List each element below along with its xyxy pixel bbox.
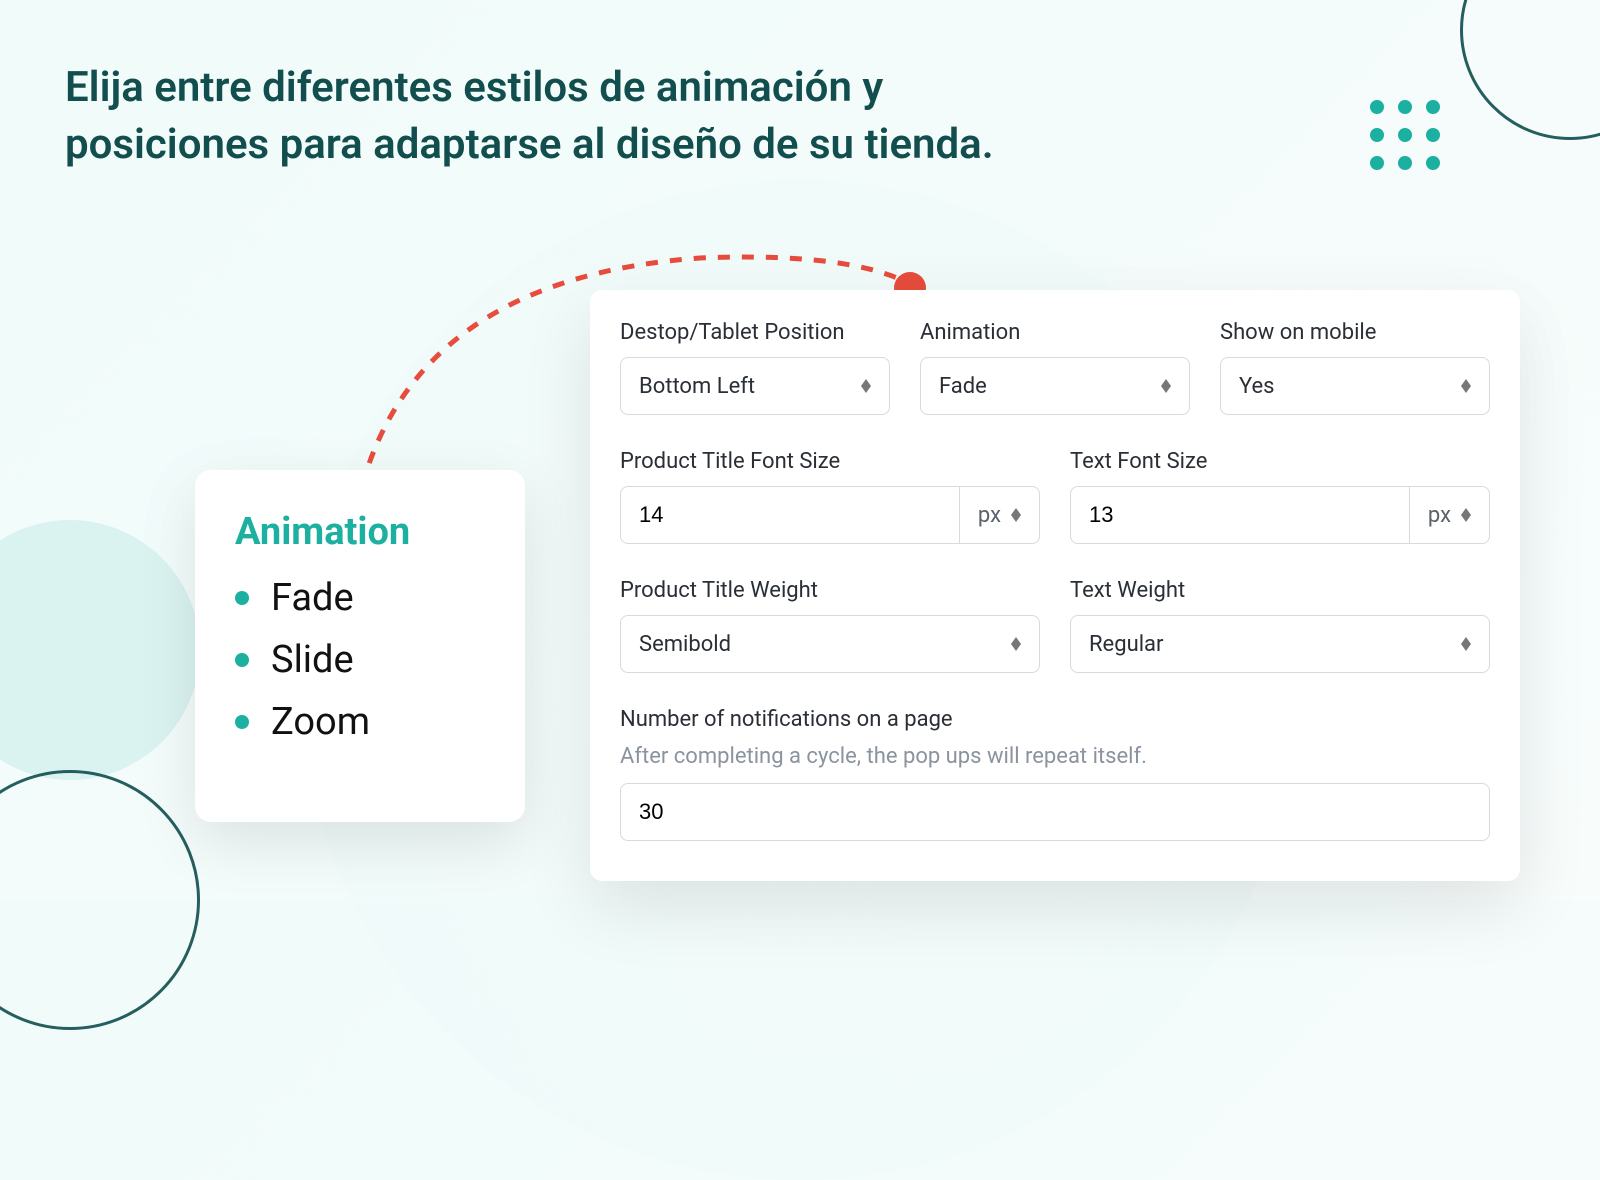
text-weight-select[interactable]: Regular	[1070, 615, 1490, 673]
decorative-dot-grid	[1370, 100, 1440, 170]
animation-options-card: Animation Fade Slide Zoom	[195, 470, 525, 822]
title-weight-label: Product Title Weight	[620, 578, 1040, 603]
position-value: Bottom Left	[639, 374, 861, 399]
updown-icon	[1011, 508, 1021, 522]
animation-label: Animation	[920, 320, 1190, 345]
notif-count-label: Number of notifications on a page	[620, 707, 1490, 732]
text-weight-label: Text Weight	[1070, 578, 1490, 603]
title-weight-select[interactable]: Semibold	[620, 615, 1040, 673]
page-headline: Elija entre diferentes estilos de animac…	[65, 60, 1065, 173]
updown-icon	[1461, 637, 1471, 651]
updown-icon	[1461, 379, 1471, 393]
mobile-value: Yes	[1239, 374, 1461, 399]
animation-value: Fade	[939, 374, 1161, 399]
title-size-input[interactable]	[621, 487, 959, 543]
position-select[interactable]: Bottom Left	[620, 357, 890, 415]
decorative-circle-top-right	[1460, 0, 1600, 140]
animation-option-zoom[interactable]: Zoom	[235, 700, 485, 744]
background-blob	[0, 520, 200, 780]
animation-option-slide[interactable]: Slide	[235, 638, 485, 682]
updown-icon	[1161, 379, 1171, 393]
title-weight-value: Semibold	[639, 632, 1011, 657]
text-size-input-wrap: px	[1070, 486, 1490, 544]
notif-count-help: After completing a cycle, the pop ups wi…	[620, 744, 1490, 769]
text-size-input[interactable]	[1071, 487, 1409, 543]
notif-count-input-wrap	[620, 783, 1490, 841]
updown-icon	[861, 379, 871, 393]
title-size-input-wrap: px	[620, 486, 1040, 544]
text-weight-value: Regular	[1089, 632, 1461, 657]
decorative-circle-bottom-left	[0, 770, 200, 1030]
unit-label: px	[978, 503, 1001, 528]
unit-label: px	[1428, 503, 1451, 528]
animation-select[interactable]: Fade	[920, 357, 1190, 415]
settings-panel: Destop/Tablet Position Bottom Left Anima…	[590, 290, 1520, 881]
animation-card-title: Animation	[235, 510, 485, 554]
notif-count-input[interactable]	[639, 784, 1471, 840]
mobile-label: Show on mobile	[1220, 320, 1490, 345]
mobile-select[interactable]: Yes	[1220, 357, 1490, 415]
updown-icon	[1011, 637, 1021, 651]
title-size-label: Product Title Font Size	[620, 449, 1040, 474]
position-label: Destop/Tablet Position	[620, 320, 890, 345]
text-size-label: Text Font Size	[1070, 449, 1490, 474]
updown-icon	[1461, 508, 1471, 522]
animation-option-fade[interactable]: Fade	[235, 576, 485, 620]
